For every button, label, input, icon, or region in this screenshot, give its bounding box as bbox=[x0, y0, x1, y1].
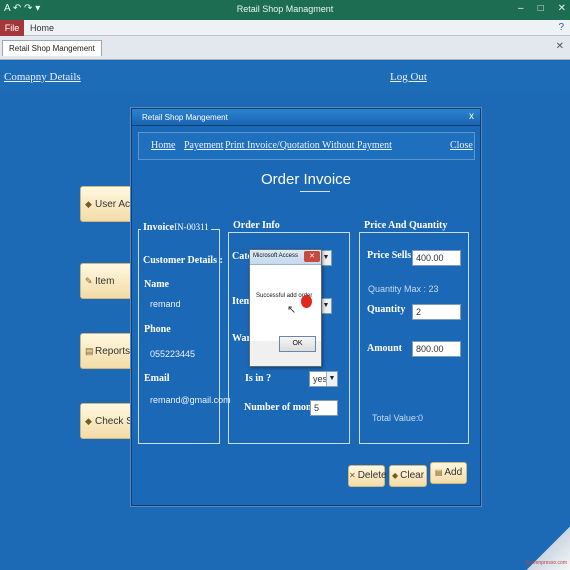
title-underline bbox=[300, 191, 330, 192]
nav-print-invoice[interactable]: Print Invoice/Quotation Without Payment bbox=[225, 140, 392, 151]
delete-icon: ✕ bbox=[349, 471, 356, 480]
message-box-titlebar: Microsoft Access ✕ bbox=[250, 250, 321, 265]
reports-icon: ▤ bbox=[85, 346, 94, 356]
price-sells-label: Price Sells bbox=[367, 250, 412, 261]
order-info-title: Order Info bbox=[231, 220, 282, 231]
name-label: Name bbox=[144, 279, 169, 290]
tab-file[interactable]: File bbox=[0, 20, 24, 36]
customer-details-label: Customer Details : bbox=[143, 255, 223, 266]
document-tab[interactable]: Retail Shop Mangement bbox=[2, 40, 102, 56]
is-in-label: Is in ? bbox=[245, 373, 272, 384]
number-of-month-label: Number of month bbox=[244, 402, 321, 413]
ribbon: File Home ? bbox=[0, 20, 570, 36]
close-icon[interactable]: ✕ bbox=[304, 251, 320, 262]
item-icon: ✎ bbox=[85, 276, 93, 286]
tab-home[interactable]: Home bbox=[30, 20, 54, 36]
window-title: Retail Shop Managment bbox=[236, 4, 334, 14]
document-close-icon[interactable]: ✕ bbox=[556, 41, 564, 52]
amount-field[interactable]: 800.00 bbox=[412, 341, 461, 357]
close-icon[interactable]: x bbox=[469, 111, 474, 122]
customer-phone: 055223445 bbox=[150, 349, 196, 359]
order-invoice-titlebar: Retail Shop Mangement x bbox=[132, 109, 480, 126]
message-box-body: Successful add order ↖ bbox=[250, 265, 321, 341]
number-of-month-field[interactable]: 5 bbox=[310, 400, 338, 416]
phone-label: Phone bbox=[144, 324, 171, 335]
order-invoice-window-title: Retail Shop Mangement bbox=[142, 113, 228, 122]
invoice-nav: Home Payement Print Invoice/Quotation Wi… bbox=[138, 132, 475, 160]
customer-email: remand@gmail.com bbox=[150, 395, 231, 405]
screenpresso-watermark: Screenpresso.com bbox=[525, 526, 570, 570]
add-button[interactable]: ▤ Add bbox=[430, 462, 467, 484]
nav-payement[interactable]: Payement bbox=[184, 140, 223, 151]
minimize-icon[interactable]: – bbox=[518, 3, 524, 14]
price-quantity-title: Price And Quantity bbox=[362, 220, 450, 231]
quantity-label: Quantity bbox=[367, 304, 406, 315]
message-box-title: Microsoft Access bbox=[253, 253, 299, 259]
click-highlight-icon bbox=[301, 295, 312, 308]
invoice-group-title: InvoiceIN-00311 bbox=[141, 222, 211, 233]
supplier-icon: ◆ bbox=[85, 416, 92, 426]
logout-link[interactable]: Log Out bbox=[390, 71, 427, 83]
user-icon: ◆ bbox=[85, 199, 92, 209]
maximize-icon[interactable]: □ bbox=[538, 3, 544, 14]
window-titlebar: A ↶ ↷ ▾ Retail Shop Managment – □ ✕ bbox=[0, 0, 570, 20]
close-icon[interactable]: ✕ bbox=[558, 3, 566, 14]
total-value-label: Total Value: bbox=[372, 413, 419, 423]
nav-home[interactable]: Home bbox=[151, 140, 175, 151]
main-form-header: Comapny Details Log Out bbox=[0, 61, 570, 93]
window-controls: – □ ✕ bbox=[518, 3, 566, 14]
amount-label: Amount bbox=[367, 343, 403, 354]
clear-icon: ◆ bbox=[391, 471, 399, 480]
help-icon[interactable]: ? bbox=[558, 22, 564, 33]
chevron-down-icon[interactable]: ▼ bbox=[326, 372, 337, 386]
total-value: 0 bbox=[418, 413, 424, 423]
mouse-cursor-icon: ↖ bbox=[287, 304, 297, 316]
page-title: Order Invoice bbox=[260, 171, 352, 188]
document-tab-bar: Retail Shop Mangement ✕ bbox=[0, 36, 570, 60]
customer-name: remand bbox=[150, 299, 181, 309]
message-box: Microsoft Access ✕ Successful add order … bbox=[249, 249, 322, 367]
add-icon: ▤ bbox=[434, 468, 443, 477]
company-details-link[interactable]: Comapny Details bbox=[4, 71, 81, 83]
watermark-text: Screenpresso.com bbox=[525, 560, 567, 566]
nav-close[interactable]: Close bbox=[450, 140, 473, 151]
quantity-field[interactable]: 2 bbox=[412, 304, 461, 320]
email-label: Email bbox=[144, 373, 170, 384]
delete-button[interactable]: ✕ Delete bbox=[348, 465, 387, 487]
quantity-max: Quantity Max : 23 bbox=[368, 284, 439, 294]
clear-button[interactable]: ◆ Clear bbox=[389, 465, 427, 487]
ok-button[interactable]: OK bbox=[279, 336, 316, 352]
is-in-combo[interactable]: yes ▼ bbox=[309, 371, 338, 387]
price-sells-field[interactable]: 400.00 bbox=[412, 250, 461, 266]
